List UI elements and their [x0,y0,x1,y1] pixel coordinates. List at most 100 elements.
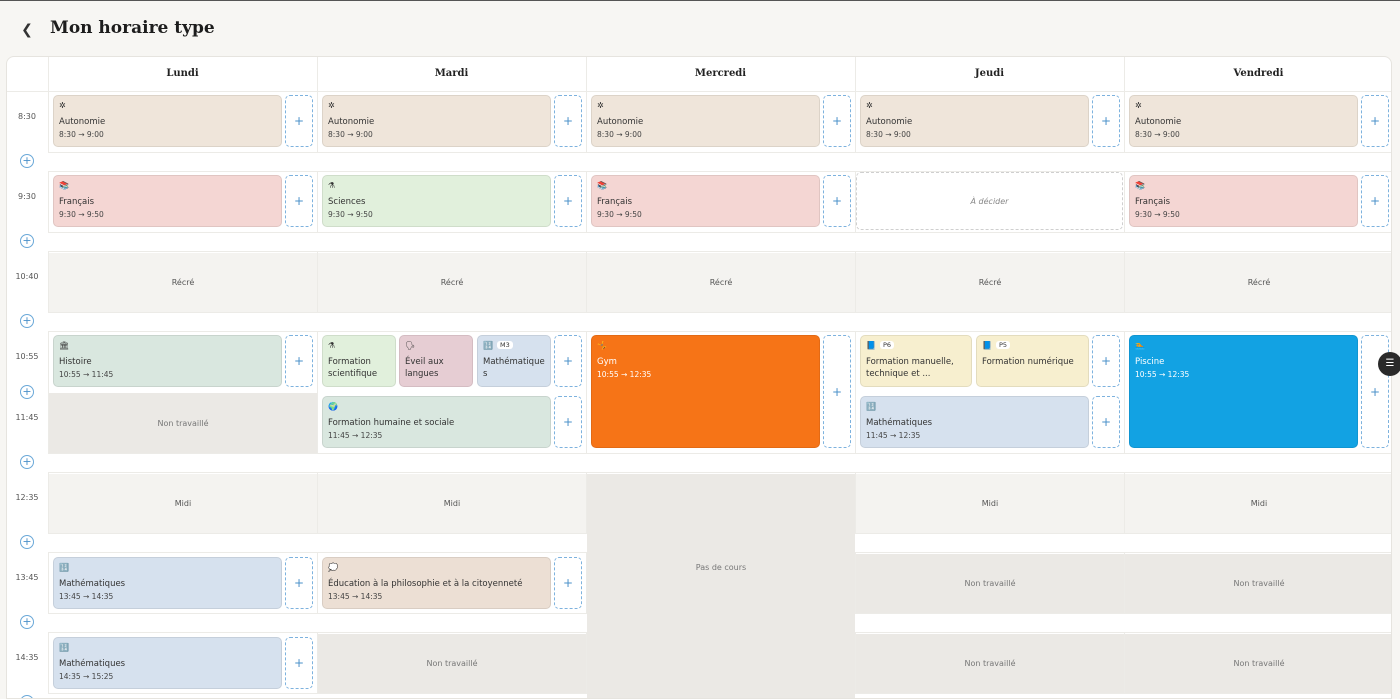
course-card-mathematiques[interactable]: 🔢 Mathématiques 14:35 → 15:25 [53,637,282,689]
add-course-button[interactable]: + [285,175,313,227]
not-worked-block: Non travaillé [856,554,1124,613]
add-course-button[interactable]: + [1092,95,1120,147]
add-course-button[interactable]: + [554,557,582,609]
add-course-button[interactable]: + [285,335,313,387]
page-header: ❮ Mon horaire type [0,1,1400,57]
course-card-sciences[interactable]: ⚗ Sciences 9:30 → 9:50 [322,175,551,227]
course-card-gym[interactable]: 🤸 Gym 10:55 → 12:35 [591,335,820,448]
recess-block: Récré [1125,253,1391,312]
add-course-button[interactable]: + [823,95,851,147]
course-time: 14:35 → 15:25 [59,672,114,681]
add-course-button[interactable]: + [554,396,582,448]
course-name: Formation numérique [982,357,1074,367]
gymnast-icon: 🤸 [597,341,607,350]
course-name: Français [597,197,633,207]
swimmer-icon: 🏊 [1135,341,1145,350]
add-row-button[interactable]: + [20,385,34,399]
not-worked-block: Non travaillé [49,393,317,453]
course-name: Autonomie [59,117,106,127]
to-decide-slot[interactable]: À décider [856,172,1123,230]
course-card-formation-manuelle[interactable]: 📘 P6 Formation manuelle, technique et ... [860,335,972,387]
course-card-mathematiques[interactable]: 🔢 Mathématiques 11:45 → 12:35 [860,396,1089,448]
lunch-block: Midi [318,474,586,533]
course-name: Histoire [59,357,92,367]
course-card-autonomie[interactable]: ✲ Autonomie 8:30 → 9:00 [1129,95,1358,147]
course-card-autonomie[interactable]: ✲ Autonomie 8:30 → 9:00 [322,95,551,147]
book-icon: 📘 [866,341,876,350]
course-name: Français [1135,197,1171,207]
course-card-formation-scientifique[interactable]: ⚗ Formation scientifique [322,335,396,387]
course-name: Autonomie [1135,117,1182,127]
course-time: 9:30 → 9:50 [59,210,104,219]
recess-block: Récré [587,253,855,312]
lunch-block: Midi [1125,474,1391,533]
add-course-button[interactable]: + [554,175,582,227]
add-course-button[interactable]: + [285,95,313,147]
course-time: 8:30 → 9:00 [328,130,373,139]
course-card-mathematiques[interactable]: 🔢 M3 Mathématique s [477,335,551,387]
course-card-histoire[interactable]: 🏛 Histoire 10:55 → 11:45 [53,335,282,387]
not-worked-block: Non travaillé [1125,634,1391,693]
add-row-button[interactable]: + [20,234,34,248]
not-worked-block: Non travaillé [1125,554,1391,613]
puzzle-icon: ✲ [597,101,604,110]
add-row-button[interactable]: + [20,154,34,168]
course-time: 11:45 → 12:35 [328,431,383,440]
course-time: 8:30 → 9:00 [1135,130,1180,139]
add-course-button[interactable]: + [823,335,851,448]
course-card-autonomie[interactable]: ✲ Autonomie 8:30 → 9:00 [860,95,1089,147]
filter-icon[interactable]: ☰ [1378,352,1400,376]
add-row-button[interactable]: + [20,615,34,629]
add-course-button[interactable]: + [285,557,313,609]
book-icon: 📘 [982,341,992,350]
add-row-button[interactable]: + [20,535,34,549]
course-card-formation-humaine[interactable]: 🌍 Formation humaine et sociale 11:45 → 1… [322,396,551,448]
numbers-icon: 🔢 [866,402,876,411]
course-time: 8:30 → 9:00 [59,130,104,139]
time-label: 9:30 [18,192,36,201]
day-header-vendredi: Vendredi [1233,68,1284,79]
course-card-autonomie[interactable]: ✲ Autonomie 8:30 → 9:00 [53,95,282,147]
course-card-francais[interactable]: 📚 Français 9:30 → 9:50 [1129,175,1358,227]
recess-block: Récré [318,253,586,312]
header-divider [7,91,1391,92]
course-card-philosophie[interactable]: 💭 Éducation à la philosophie et à la cit… [322,557,551,609]
course-card-francais[interactable]: 📚 Français 9:30 → 9:50 [591,175,820,227]
course-time: 8:30 → 9:00 [597,130,642,139]
lunch-block: Midi [49,474,317,533]
time-label: 13:45 [15,573,39,582]
add-course-button[interactable]: + [1092,335,1120,387]
course-card-autonomie[interactable]: ✲ Autonomie 8:30 → 9:00 [591,95,820,147]
add-course-button[interactable]: + [285,637,313,689]
chevron-left-icon[interactable]: ❮ [18,21,36,39]
course-name: Formation manuelle, technique et ... [866,357,954,379]
row-gap [48,453,1391,473]
puzzle-icon: ✲ [328,101,335,110]
time-label: 11:45 [15,413,39,422]
add-course-button[interactable]: + [554,95,582,147]
course-card-francais[interactable]: 📚 Français 9:30 → 9:50 [53,175,282,227]
course-time: 10:55 → 12:35 [597,370,652,379]
museum-icon: 🏛 [59,341,70,350]
course-card-piscine[interactable]: 🏊 Piscine 10:55 → 12:35 [1129,335,1358,448]
course-time: 9:30 → 9:50 [1135,210,1180,219]
recess-block: Récré [49,253,317,312]
row-gap [48,312,1391,332]
course-time: 11:45 → 12:35 [866,431,921,440]
add-course-button[interactable]: + [823,175,851,227]
add-course-button[interactable]: + [1361,175,1389,227]
add-row-button[interactable]: + [20,314,34,328]
add-row-button[interactable]: + [20,695,34,698]
course-card-eveil-langues[interactable]: 🗣 Éveil aux langues [399,335,473,387]
add-course-button[interactable]: + [1092,396,1120,448]
day-header-mardi: Mardi [434,68,469,79]
course-card-formation-numerique[interactable]: 📘 P5 Formation numérique [976,335,1089,387]
numbers-icon: 🔢 [59,563,69,572]
numbers-icon: 🔢 [59,643,69,652]
add-course-button[interactable]: + [554,335,582,387]
add-row-button[interactable]: + [20,455,34,469]
group-badge: P5 [995,341,1011,349]
course-card-mathematiques[interactable]: 🔢 Mathématiques 13:45 → 14:35 [53,557,282,609]
globe-icon: 🌍 [328,402,338,411]
add-course-button[interactable]: + [1361,95,1389,147]
